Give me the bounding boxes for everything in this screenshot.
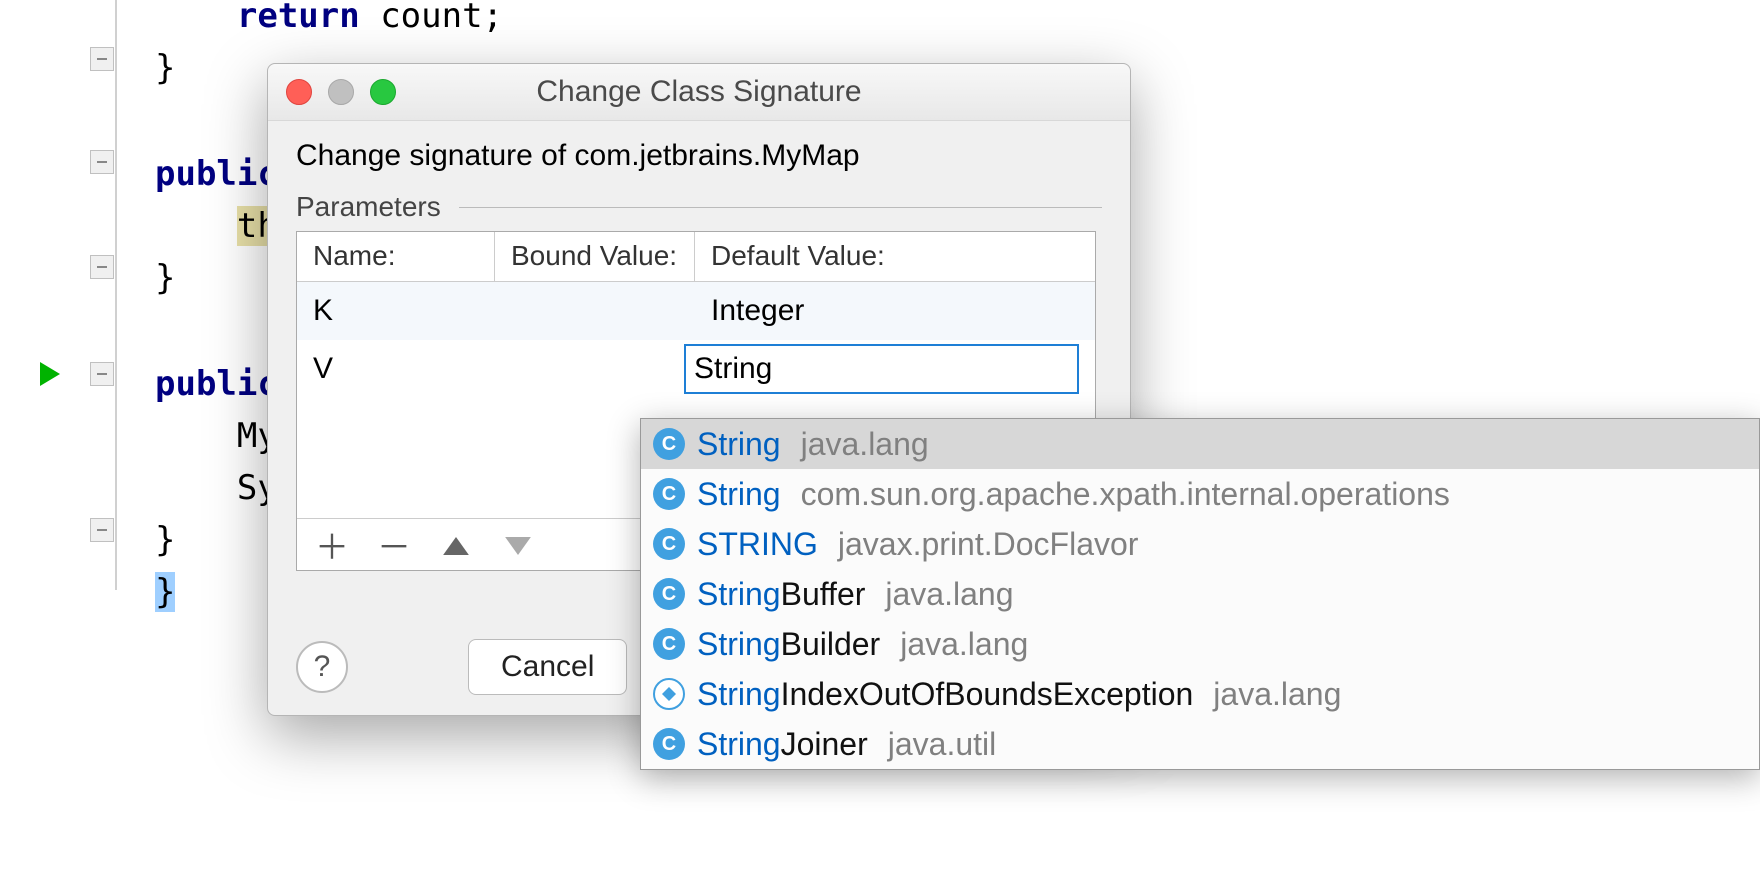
- maximize-icon[interactable]: [370, 79, 396, 105]
- ac-package: java.util: [888, 726, 997, 763]
- column-bound-header: Bound Value:: [495, 232, 695, 282]
- code-line: }: [155, 514, 175, 566]
- param-bound-cell[interactable]: [495, 303, 695, 319]
- ac-item[interactable]: C String java.lang: [641, 419, 1759, 469]
- close-icon[interactable]: [286, 79, 312, 105]
- ac-item[interactable]: C STRING javax.print.DocFlavor: [641, 519, 1759, 569]
- minimize-icon: [328, 79, 354, 105]
- code-line: My: [155, 410, 278, 462]
- class-icon: C: [653, 528, 685, 560]
- default-value-input[interactable]: [684, 344, 1079, 394]
- move-down-button[interactable]: [501, 525, 535, 564]
- class-icon: C: [653, 728, 685, 760]
- ac-item[interactable]: C StringJoiner java.util: [641, 719, 1759, 769]
- cancel-button[interactable]: Cancel: [468, 639, 627, 695]
- parameters-section-label: Parameters: [296, 191, 1102, 223]
- ac-package: java.lang: [801, 426, 929, 463]
- column-default-header: Default Value:: [695, 232, 1095, 282]
- move-up-button[interactable]: [439, 525, 473, 564]
- class-icon: C: [653, 428, 685, 460]
- column-name-header: Name:: [297, 232, 495, 282]
- code-line: }: [155, 566, 175, 618]
- dialog-title: Change Class Signature: [268, 75, 1130, 109]
- add-button[interactable]: ＋: [315, 520, 349, 569]
- fold-marker-icon[interactable]: [90, 255, 114, 279]
- code-line: return count;: [155, 0, 503, 42]
- param-default-cell[interactable]: Integer: [695, 286, 1095, 336]
- code-line: }: [155, 42, 175, 94]
- code-line: Sy: [155, 462, 278, 514]
- fold-marker-icon[interactable]: [90, 47, 114, 71]
- param-name-cell[interactable]: K: [297, 286, 495, 336]
- autocomplete-popup: C String java.lang C String com.sun.org.…: [640, 418, 1760, 770]
- ac-item[interactable]: StringIndexOutOfBoundsException java.lan…: [641, 669, 1759, 719]
- fold-marker-icon[interactable]: [90, 518, 114, 542]
- ac-package: java.lang: [885, 576, 1013, 613]
- param-name-cell[interactable]: V: [297, 344, 484, 394]
- ac-item[interactable]: C StringBuffer java.lang: [641, 569, 1759, 619]
- ac-item[interactable]: C String com.sun.org.apache.xpath.intern…: [641, 469, 1759, 519]
- fold-marker-icon[interactable]: [90, 362, 114, 386]
- fold-marker-icon[interactable]: [90, 150, 114, 174]
- ac-item[interactable]: C StringBuilder java.lang: [641, 619, 1759, 669]
- help-button[interactable]: ?: [296, 641, 348, 693]
- code-line: public: [155, 358, 278, 410]
- code-line: th: [155, 200, 278, 252]
- code-line: }: [155, 252, 175, 304]
- code-line: public: [155, 148, 278, 200]
- class-icon: C: [653, 578, 685, 610]
- run-arrow-icon[interactable]: [40, 362, 60, 386]
- dialog-titlebar[interactable]: Change Class Signature: [268, 64, 1130, 121]
- exception-class-icon: [653, 678, 685, 710]
- class-icon: C: [653, 478, 685, 510]
- ac-package: com.sun.org.apache.xpath.internal.operat…: [801, 476, 1450, 513]
- ac-package: java.lang: [900, 626, 1028, 663]
- table-row[interactable]: V: [297, 340, 1095, 398]
- ac-package: java.lang: [1213, 676, 1341, 713]
- dialog-subheader: Change signature of com.jetbrains.MyMap: [296, 139, 1102, 173]
- remove-button[interactable]: －: [377, 520, 411, 569]
- ac-package: javax.print.DocFlavor: [838, 526, 1139, 563]
- gutter: [40, 0, 120, 880]
- table-row[interactable]: K Integer: [297, 282, 1095, 340]
- param-bound-cell[interactable]: [484, 361, 672, 377]
- class-icon: C: [653, 628, 685, 660]
- param-default-cell[interactable]: [672, 336, 1095, 402]
